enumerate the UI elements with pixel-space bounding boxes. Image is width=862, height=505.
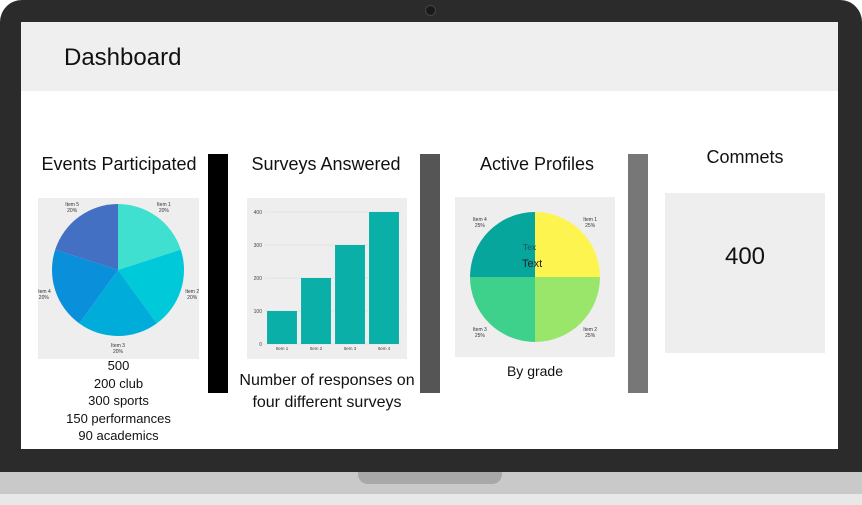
events-stat-performances: 150 performances	[66, 410, 171, 426]
surveys-title: Surveys Answered	[251, 154, 401, 174]
divider-1	[208, 154, 228, 393]
laptop-frame: Dashboard Events Participated Item 1 20% I…	[0, 0, 862, 505]
surveys-bar-panel: 0 100 200 300 400 Item 1 Item 2 Item 3 Item 4	[247, 198, 407, 359]
profiles-pie-slice-pct-1: 25%	[585, 223, 596, 229]
surveys-xtick-1: Item 1	[276, 346, 289, 351]
laptop-notch	[358, 472, 502, 484]
surveys-bar-4	[369, 212, 399, 344]
profiles-caption: By grade	[506, 363, 564, 379]
dashboard-screen: Dashboard Events Participated Item 1 20% I…	[21, 22, 838, 449]
profiles-pie-slice-pct-4: 25%	[475, 223, 486, 229]
events-pie-slice-pct-5: 20%	[67, 208, 78, 214]
events-title: Events Participated	[41, 154, 197, 174]
surveys-xtick-4: Item 4	[378, 346, 391, 351]
surveys-bar-3	[335, 245, 365, 344]
dashboard-header: Dashboard	[21, 22, 838, 91]
surveys-ytick-2: 100	[254, 309, 263, 315]
profiles-pie-slice-pct-3: 25%	[475, 333, 486, 339]
profiles-overlay-fragment: Tex	[523, 243, 537, 252]
surveys-ytick-4: 300	[254, 243, 263, 249]
laptop-base-bottom	[0, 494, 862, 505]
events-pie-slice-pct-2: 20%	[187, 295, 198, 301]
divider-3	[628, 154, 648, 393]
events-stat-total: 500	[107, 358, 130, 373]
surveys-xtick-3: Item 3	[344, 346, 357, 351]
page-title: Dashboard	[64, 44, 182, 71]
events-stat-club: 200 club	[93, 375, 144, 391]
events-pie-slice-pct-1: 20%	[159, 208, 170, 214]
events-pie-slice-pct-4: 20%	[39, 295, 50, 301]
comments-title: Commets	[706, 147, 784, 167]
profiles-pie-chart: Item 125%Item 225%Item 325%Item 425%TexT…	[470, 212, 600, 342]
events-pie-slice-pct-3: 20%	[113, 349, 124, 355]
surveys-bar-2	[301, 278, 331, 344]
surveys-bar-1	[267, 311, 297, 344]
events-stat-sports: 300 sports	[88, 393, 149, 408]
comments-panel: 400	[665, 193, 825, 353]
profiles-overlay-text: Text	[522, 258, 542, 270]
profiles-title: Active Profiles	[479, 154, 595, 174]
webcam-icon	[425, 5, 436, 16]
surveys-ytick-1: 0	[259, 342, 262, 348]
profiles-pie-slice-pct-2: 25%	[585, 333, 596, 339]
events-stats: 500 200 club 300 sports 150 performances…	[38, 357, 199, 445]
surveys-bar-chart: 0 100 200 300 400 Item 1 Item 2 Item 3 Item 4	[254, 210, 401, 351]
events-stat-academics: 90 academics	[78, 428, 159, 443]
surveys-ytick-5: 400	[254, 210, 263, 216]
surveys-ytick-3: 200	[254, 276, 263, 282]
surveys-caption: Number of responses on four different su…	[229, 370, 425, 414]
surveys-xtick-2: Item 2	[310, 346, 323, 351]
divider-2	[420, 154, 440, 393]
events-pie-panel: Item 1 20% Item 2 20% Item 3 20% Item 4 20% Item…	[37, 198, 199, 359]
events-pie-chart: Item 120%Item 220%Item 320%Item 420%Item…	[37, 202, 199, 355]
surveys-caption-line-1: Number of responses on	[239, 372, 415, 389]
surveys-caption-line-2: four different surveys	[252, 394, 402, 411]
profiles-pie-panel: Item 1 25% Item 2 25% Item 3 25% Item 4 25% Tex T…	[455, 197, 615, 357]
comments-count: 400	[724, 243, 766, 270]
